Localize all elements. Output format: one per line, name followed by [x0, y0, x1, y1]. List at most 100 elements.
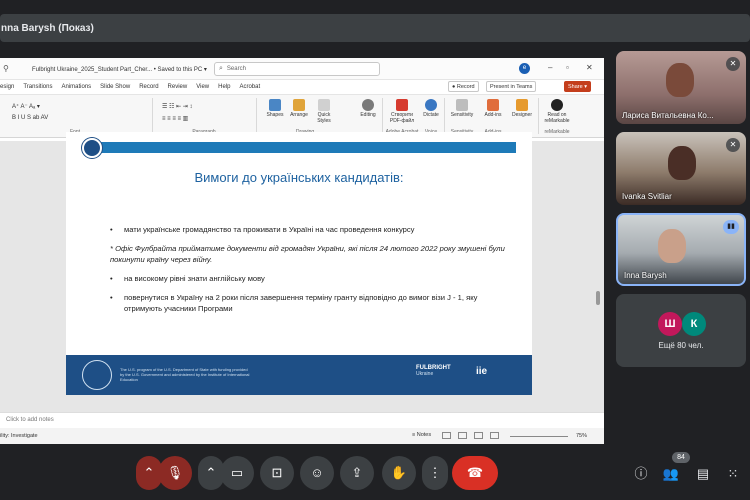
sensitivity-button[interactable]: Sensitivity [448, 99, 476, 118]
ppt-filename[interactable]: Fulbright Ukraine_2025_Student Part_Cher… [32, 66, 207, 73]
close-icon[interactable]: ✕ [586, 63, 593, 72]
footer-text: The U.S. program of the U.S. Department … [120, 367, 250, 382]
font-format-icons[interactable]: A⁺ A⁻ Aₐ ▾ [12, 103, 40, 110]
zoom-slider[interactable] [510, 436, 568, 437]
presenter-bar: nna Barysh (Показ) [0, 14, 750, 42]
participant-video [668, 146, 696, 180]
present-in-teams-button[interactable]: Present in Teams [486, 81, 537, 92]
participant-count-badge: 84 [672, 452, 690, 463]
shapes-icon [269, 99, 281, 111]
camera-button[interactable]: ▭ [220, 456, 254, 490]
tab-transitions[interactable]: Transitions [23, 84, 52, 90]
addins-button[interactable]: Add-ins [482, 99, 504, 118]
ribbon-separator [152, 98, 153, 134]
slide-title: Вимоги до українських кандидатів: [194, 170, 404, 185]
powerpoint-icon[interactable]: ⚲ [3, 64, 9, 73]
leave-call-button[interactable]: ☎ [452, 456, 498, 490]
tab-view[interactable]: View [196, 84, 209, 90]
more-options-icon: ⋮ [428, 465, 442, 480]
raise-hand-button[interactable]: ✋ [382, 456, 416, 490]
ribbon-separator [256, 98, 257, 134]
arrange-button[interactable]: Arrange [288, 99, 310, 118]
mic-off-icon: ✕ [726, 57, 740, 71]
tab-animations[interactable]: Animations [61, 84, 91, 90]
bullet-item: на високому рівні знати англійську мову [110, 273, 510, 284]
ribbon-group-voice: Dictate Voice [420, 97, 442, 135]
ribbon-group-sensitivity: Sensitivity Sensitivity [446, 97, 478, 135]
shapes-button[interactable]: Shapes [264, 99, 286, 118]
search-placeholder: Search [226, 66, 246, 72]
list-icons[interactable]: ☰ ☷ ⇤ ⇥ ↕ [162, 103, 192, 110]
microphone-button[interactable]: 🎙 [158, 456, 192, 490]
participant-tile[interactable]: ✕ Ivanka Svitliar [616, 132, 746, 205]
search-icon [362, 99, 374, 111]
slideshow-view-icon[interactable] [490, 432, 499, 439]
pdf-icon [396, 99, 408, 111]
font-style-icons[interactable]: B I U S ab AV [12, 115, 48, 121]
tab-help[interactable]: Help [218, 84, 230, 90]
ribbon-group-paragraph: ☰ ☷ ⇤ ⇥ ↕ ≡ ≡ ≡ ≡ ▥ Paragraph [156, 97, 252, 135]
tab-acrobat[interactable]: Acrobat [239, 84, 260, 90]
avatar: К [682, 312, 706, 336]
ribbon-group-addins: Add-ins Add-ins [480, 97, 506, 135]
activities-icon[interactable]: ⁙ [724, 465, 742, 483]
slide-footer: The U.S. program of the U.S. Department … [66, 355, 532, 395]
zoom-level[interactable]: 75% [576, 433, 587, 439]
notes-pane[interactable]: Click to add notes [0, 412, 604, 428]
participant-tile-active[interactable]: ▮▮ Inna Barysh [616, 213, 746, 286]
share-button[interactable]: Share ▾ [564, 81, 591, 92]
editing-button[interactable]: Editing [356, 99, 380, 118]
current-slide[interactable]: Вимоги до українських кандидатів: мати у… [66, 132, 532, 395]
participant-tile[interactable]: ✕ Лариса Витальевна Ко... [616, 51, 746, 124]
chevron-up-icon: ⌃ [143, 465, 155, 480]
tab-review[interactable]: Review [168, 84, 188, 90]
participant-video [658, 229, 686, 263]
maximize-icon[interactable]: ▫ [566, 63, 569, 72]
info-icon[interactable]: ⓘ [632, 465, 650, 483]
mic-off-icon: 🎙 [166, 465, 184, 480]
more-options-button[interactable]: ⋮ [422, 456, 448, 490]
minimize-icon[interactable]: – [548, 63, 552, 72]
designer-button[interactable]: Designer [510, 99, 534, 118]
notes-button[interactable]: ≡ Notes [412, 432, 431, 438]
slide-note: * Офіс Фулбрайта прийматиме документи ві… [110, 244, 505, 264]
slide-sorter-icon[interactable] [458, 432, 467, 439]
tab-record[interactable]: Record [139, 84, 158, 90]
participant-name: Лариса Витальевна Ко... [622, 111, 714, 120]
others-tile[interactable]: Ш К Ещё 80 чел. [616, 294, 746, 367]
reading-view-icon[interactable] [474, 432, 483, 439]
meet-window: nna Barysh (Показ) ⚲ Fulbright Ukraine_2… [0, 0, 750, 500]
participant-video [666, 63, 694, 97]
tab-design[interactable]: esign [0, 84, 14, 90]
tab-slide-show[interactable]: Slide Show [100, 84, 130, 90]
meeting-controls: ⌃ 🎙 ⌃ ▭ ⊡ ☺ ⇪ ✋ ⋮ ☎ ⓘ 👥 ▤ ⁙ [0, 456, 750, 492]
reactions-button[interactable]: ☺ [300, 456, 334, 490]
people-icon[interactable]: 👥 [662, 465, 680, 483]
captions-button[interactable]: ⊡ [260, 456, 294, 490]
ppt-search-input[interactable]: ⌕ Search [214, 62, 380, 76]
present-button[interactable]: ⇪ [340, 456, 374, 490]
speaking-icon: ▮▮ [723, 220, 739, 234]
user-avatar[interactable]: e [519, 63, 530, 74]
create-pdf-button[interactable]: Створити PDF-файл [386, 99, 418, 124]
captions-icon: ⊡ [271, 465, 283, 480]
remarkable-button[interactable]: Read on reMarkable [542, 99, 572, 124]
arrange-icon [293, 99, 305, 111]
normal-view-icon[interactable] [442, 432, 451, 439]
shared-screen: ⚲ Fulbright Ukraine_2025_Student Part_Ch… [0, 58, 604, 444]
iie-logo: iie [476, 366, 488, 377]
microphone-icon [425, 99, 437, 111]
record-button[interactable]: ● Record [448, 81, 479, 92]
vertical-scrollbar[interactable] [596, 291, 600, 305]
chat-icon[interactable]: ▤ [694, 465, 712, 483]
dictate-button[interactable]: Dictate [420, 99, 442, 118]
quick-styles-button[interactable]: Quick Styles [312, 99, 336, 124]
raise-hand-icon: ✋ [390, 465, 408, 480]
bullet-item: повернутися в Україну на 2 роки після за… [110, 292, 510, 314]
accessibility-status[interactable]: ility: Investigate [0, 433, 38, 439]
fulbright-globe-logo [82, 138, 102, 158]
participant-name: Ivanka Svitliar [622, 192, 672, 201]
align-icons[interactable]: ≡ ≡ ≡ ≡ ▥ [162, 115, 188, 122]
slide-workarea: Вимоги до українських кандидатів: мати у… [0, 132, 604, 444]
sensitivity-icon [456, 99, 468, 111]
